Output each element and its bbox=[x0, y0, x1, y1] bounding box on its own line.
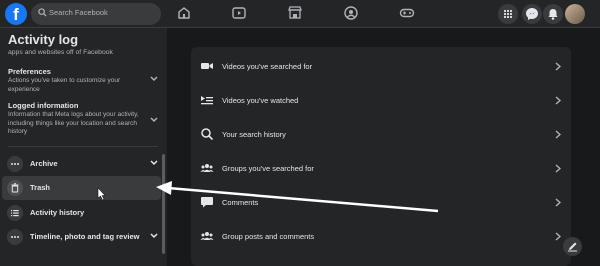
annotation-arrow bbox=[97, 181, 439, 213]
cursor-icon bbox=[97, 187, 106, 201]
